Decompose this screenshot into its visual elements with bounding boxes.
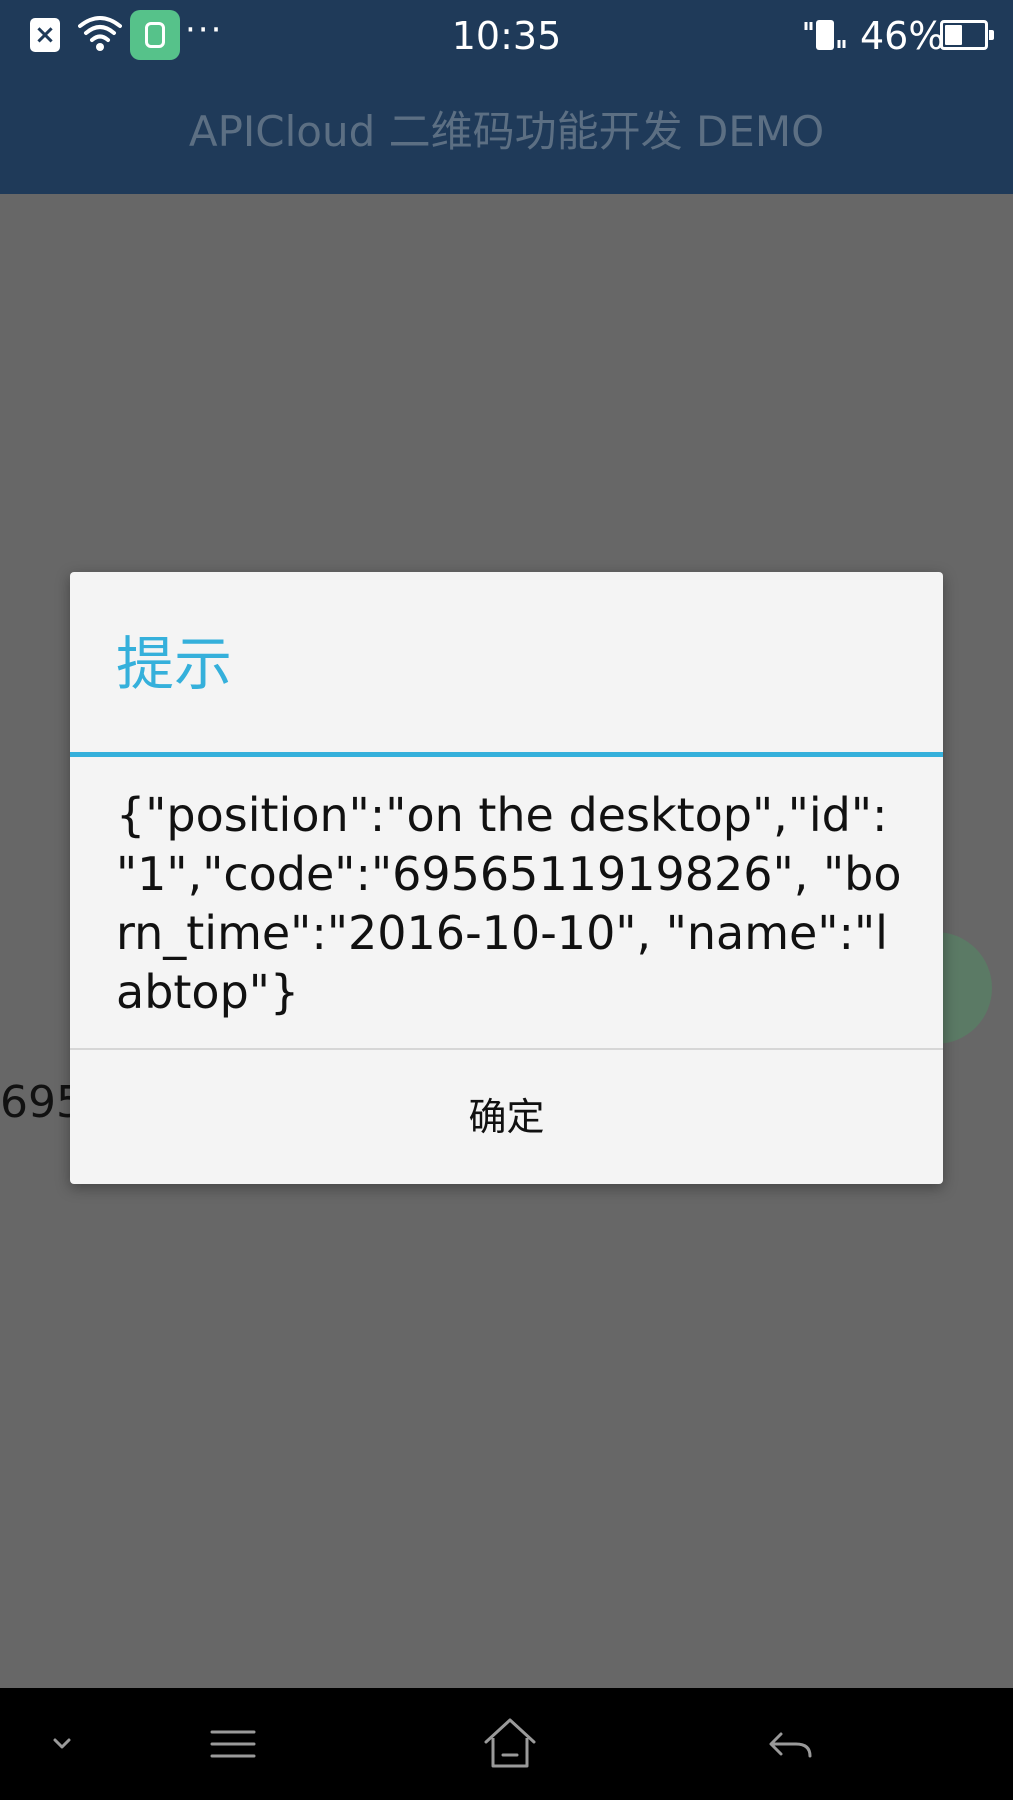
collapse-icon[interactable] — [26, 1708, 98, 1780]
back-icon[interactable] — [752, 1708, 824, 1780]
dialog-message: {"position":"on the desktop","id": "1","… — [116, 788, 902, 1019]
battery-level — [945, 25, 962, 45]
navigation-bar — [0, 1688, 1013, 1800]
dialog-title: 提示 — [116, 630, 233, 698]
confirm-button[interactable]: 确定 — [70, 1050, 943, 1184]
vibrate-icon — [802, 16, 848, 54]
battery-icon — [940, 20, 994, 50]
screen: × ··· 10:35 46% APICloud 二维码功能开发 DEMO 69… — [0, 0, 1013, 1800]
app-header: APICloud 二维码功能开发 DEMO — [0, 72, 1013, 194]
alert-dialog: 提示 {"position":"on the desktop","id": "1… — [70, 572, 943, 1184]
menu-icon[interactable] — [198, 1708, 270, 1780]
dialog-title-divider — [70, 752, 943, 757]
page-title: APICloud 二维码功能开发 DEMO — [188, 107, 825, 156]
battery-percent: 46% — [860, 14, 945, 58]
home-icon[interactable] — [474, 1708, 546, 1780]
status-bar: × ··· 10:35 46% — [0, 0, 1013, 72]
